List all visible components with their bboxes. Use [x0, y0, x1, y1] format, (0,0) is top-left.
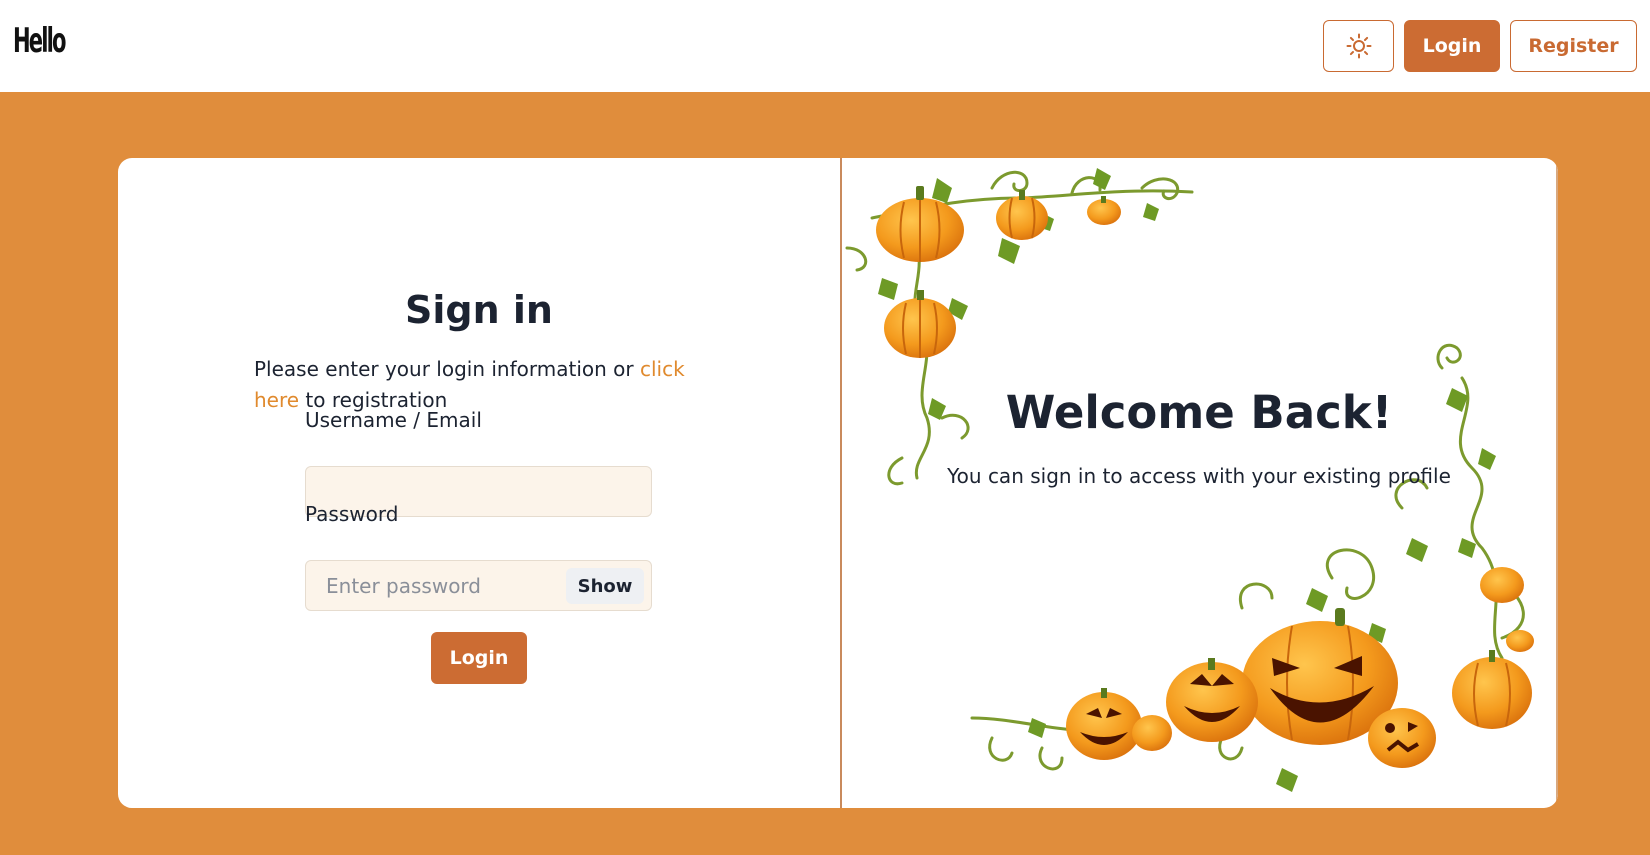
password-label: Password: [305, 502, 399, 526]
register-nav-button[interactable]: Register: [1510, 20, 1637, 72]
auth-card: Sign in Please enter your login informat…: [118, 158, 1558, 808]
username-label: Username / Email: [305, 408, 482, 432]
intro-text: Please enter your login information or: [254, 357, 640, 381]
pumpkin-top-large: [876, 186, 964, 262]
top-navbar: Hello Login Register: [0, 0, 1650, 92]
pumpkin-top-small: [1087, 196, 1121, 225]
welcome-title: Welcome Back!: [1005, 386, 1393, 439]
show-password-button[interactable]: Show: [566, 568, 644, 604]
signin-title: Sign in: [405, 288, 553, 332]
jack-o-lantern-left: [1066, 688, 1142, 760]
theme-toggle-button[interactable]: [1323, 20, 1394, 72]
login-nav-button[interactable]: Login: [1404, 20, 1500, 72]
pumpkin-left-mid: [884, 290, 956, 358]
signin-panel: Sign in Please enter your login informat…: [118, 158, 840, 808]
pumpkin-bottom-right-plain: [1452, 650, 1532, 729]
pumpkin-small-right: [1480, 567, 1534, 652]
pumpkin-small-bottom: [1132, 715, 1172, 751]
signin-intro: Please enter your login information or c…: [254, 354, 734, 416]
jack-o-lantern-small: [1368, 708, 1436, 768]
app-logo[interactable]: Hello: [13, 19, 66, 63]
password-field-wrapper: Show: [305, 560, 652, 611]
welcome-panel: Welcome Back! You can sign in to access …: [840, 158, 1558, 808]
sun-icon: [1346, 33, 1371, 59]
welcome-subtitle: You can sign in to access with your exis…: [947, 464, 1451, 488]
login-submit-button[interactable]: Login: [431, 632, 527, 684]
